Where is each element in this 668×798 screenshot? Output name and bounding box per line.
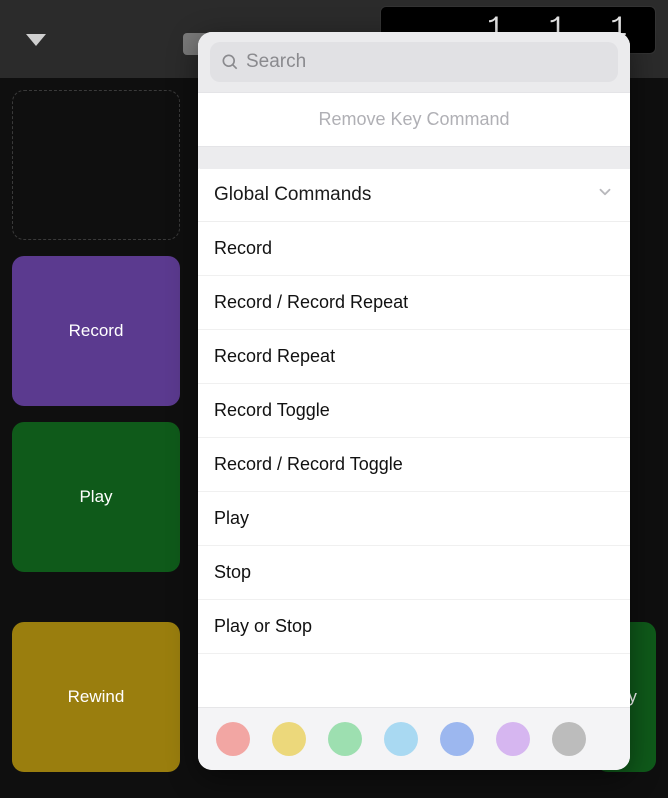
command-row[interactable]: Stop — [198, 546, 630, 600]
command-row[interactable]: Record Repeat — [198, 330, 630, 384]
color-swatch[interactable] — [496, 722, 530, 756]
command-row[interactable]: Record / Record Repeat — [198, 276, 630, 330]
color-swatch-strip — [198, 707, 630, 770]
tile-play[interactable]: Play — [12, 422, 180, 572]
command-row[interactable]: Play — [198, 492, 630, 546]
search-input[interactable] — [246, 51, 608, 73]
tile-rewind[interactable]: Rewind — [12, 622, 180, 772]
section-spacer — [198, 147, 630, 169]
search-field[interactable] — [210, 42, 618, 82]
command-row[interactable]: Record Toggle — [198, 384, 630, 438]
command-popover: Remove Key Command Global Commands Recor… — [198, 32, 630, 770]
color-swatch[interactable] — [272, 722, 306, 756]
tile-label: Record — [69, 321, 124, 341]
remove-key-command[interactable]: Remove Key Command — [198, 92, 630, 147]
command-row[interactable]: Record / Record Toggle — [198, 438, 630, 492]
search-icon — [220, 52, 240, 72]
command-row[interactable]: Record — [198, 222, 630, 276]
command-row[interactable]: Play or Stop — [198, 600, 630, 654]
tile-record[interactable]: Record — [12, 256, 180, 406]
command-list: RecordRecord / Record RepeatRecord Repea… — [198, 222, 630, 707]
section-title: Global Commands — [214, 184, 371, 206]
view-menu-arrow[interactable] — [26, 34, 46, 46]
color-swatch[interactable] — [328, 722, 362, 756]
remove-label: Remove Key Command — [318, 109, 509, 129]
section-header-global[interactable]: Global Commands — [198, 169, 630, 222]
empty-slot[interactable] — [12, 90, 180, 240]
tile-label: Play — [79, 487, 112, 507]
tile-label: Rewind — [68, 687, 125, 707]
color-swatch[interactable] — [552, 722, 586, 756]
color-swatch[interactable] — [384, 722, 418, 756]
color-swatch[interactable] — [216, 722, 250, 756]
color-swatch[interactable] — [440, 722, 474, 756]
chevron-down-icon — [596, 183, 614, 207]
